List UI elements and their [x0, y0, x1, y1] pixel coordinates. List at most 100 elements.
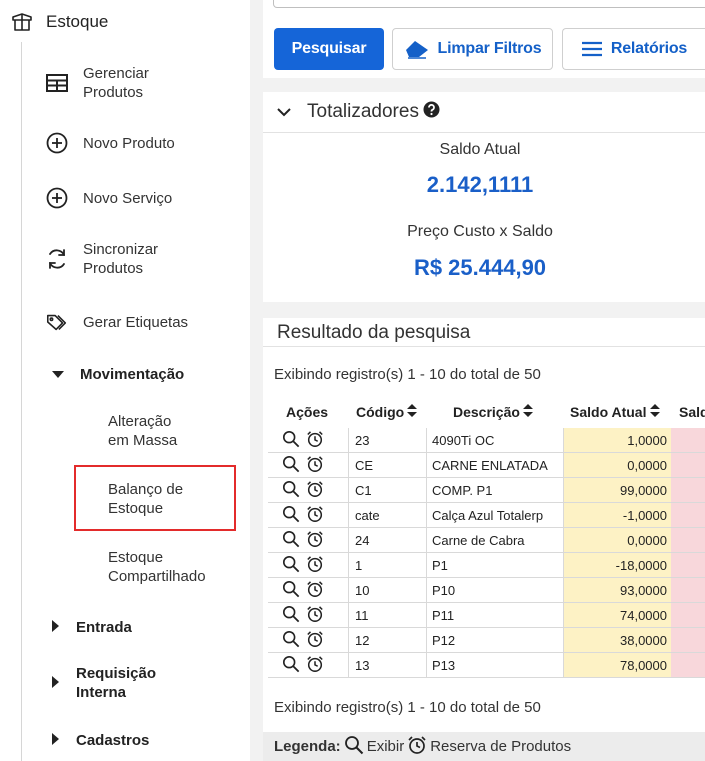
- sidebar-module-label: Estoque: [46, 12, 109, 31]
- reserve-alarm-clock-icon[interactable]: [306, 630, 324, 651]
- cell-saldo-atual: 78,0000: [563, 653, 671, 678]
- reserve-alarm-clock-icon[interactable]: [306, 580, 324, 601]
- view-magnifier-icon[interactable]: [282, 505, 300, 526]
- search-button[interactable]: Pesquisar: [274, 28, 384, 70]
- row-actions: [268, 428, 348, 453]
- reserve-alarm-clock-icon[interactable]: [306, 505, 324, 526]
- cell-codigo: 13: [348, 653, 426, 678]
- cell-next-column: [671, 578, 705, 603]
- cell-codigo: 10: [348, 578, 426, 603]
- reserve-alarm-clock-icon[interactable]: [306, 555, 324, 576]
- help-icon[interactable]: [423, 101, 440, 123]
- table-row: cate Calça Azul Totalerp -1,0000: [263, 503, 705, 528]
- sidebar-subitem-estoque-compartilhado[interactable]: Estoque Compartilhado: [108, 548, 206, 586]
- cell-descricao: CARNE ENLATADA: [426, 453, 563, 478]
- view-magnifier-icon[interactable]: [282, 455, 300, 476]
- sync-icon: [45, 247, 69, 271]
- row-actions: [268, 628, 348, 653]
- row-actions: [268, 503, 348, 528]
- column-header-descricao[interactable]: Descrição: [453, 404, 533, 420]
- sidebar-group-requisicao-interna[interactable]: Requisição Interna: [52, 664, 156, 702]
- view-magnifier-icon[interactable]: [282, 655, 300, 676]
- clear-filters-label: Limpar Filtros: [437, 40, 542, 57]
- row-actions: [268, 478, 348, 503]
- cell-next-column: [671, 653, 705, 678]
- legend-label: Legenda:: [274, 738, 341, 755]
- sort-icon: [407, 404, 418, 420]
- table-row: 10 P10 93,0000: [263, 578, 705, 603]
- cell-next-column: [671, 603, 705, 628]
- sidebar-tree-line: [21, 42, 22, 761]
- cell-saldo-atual: 0,0000: [563, 528, 671, 553]
- cell-next-column: [671, 478, 705, 503]
- caret-down-icon: [52, 366, 64, 383]
- results-title: Resultado da pesquisa: [277, 322, 471, 343]
- saldo-atual-label: Saldo Atual: [439, 141, 521, 158]
- column-header-label: Código: [356, 404, 405, 420]
- table-row: 24 Carne de Cabra 0,0000: [263, 528, 705, 553]
- view-magnifier-icon[interactable]: [282, 430, 300, 451]
- sidebar-item-label: Sincronizar Produtos: [83, 241, 159, 277]
- filter-input[interactable]: [273, 0, 705, 8]
- sidebar-group-entrada[interactable]: Entrada: [52, 618, 132, 637]
- reserve-alarm-clock-icon[interactable]: [306, 605, 324, 626]
- row-actions: [268, 653, 348, 678]
- table-row: 12 P12 38,0000: [263, 628, 705, 653]
- view-magnifier-icon[interactable]: [282, 580, 300, 601]
- table-row: 11 P11 74,0000: [263, 603, 705, 628]
- cell-saldo-atual: -1,0000: [563, 503, 671, 528]
- view-magnifier-icon[interactable]: [282, 605, 300, 626]
- reports-button[interactable]: Relatórios: [562, 28, 705, 70]
- cell-codigo: 24: [348, 528, 426, 553]
- sidebar-item-gerar-etiquetas[interactable]: Gerar Etiquetas: [45, 310, 188, 334]
- eraser-icon: [404, 39, 430, 59]
- cell-codigo: 12: [348, 628, 426, 653]
- sidebar-group-cadastros[interactable]: Cadastros: [52, 731, 149, 750]
- table-row: CE CARNE ENLATADA 0,0000: [263, 453, 705, 478]
- sidebar-item-novo-servico[interactable]: Novo Serviço: [45, 186, 172, 210]
- cell-codigo: 1: [348, 553, 426, 578]
- sidebar: Estoque Gerenciar Produtos Novo Produto …: [0, 0, 250, 761]
- cell-next-column: [671, 503, 705, 528]
- sidebar-group-movimentacao[interactable]: Movimentação: [52, 365, 184, 384]
- row-actions: [268, 553, 348, 578]
- reserve-alarm-clock-icon[interactable]: [306, 530, 324, 551]
- sidebar-group-label: Requisição Interna: [76, 665, 157, 701]
- legend-reserve-label: Reserva de Produtos: [430, 738, 572, 755]
- cell-next-column: [671, 428, 705, 453]
- reserve-alarm-clock-icon[interactable]: [306, 430, 324, 451]
- custo-saldo-value: R$ 25.444,90: [413, 255, 547, 280]
- sidebar-item-gerenciar-produtos[interactable]: Gerenciar Produtos: [45, 64, 149, 102]
- view-magnifier-icon[interactable]: [282, 530, 300, 551]
- cell-saldo-atual: 38,0000: [563, 628, 671, 653]
- reserve-alarm-clock-icon[interactable]: [306, 455, 324, 476]
- sidebar-item-label: Gerenciar Produtos: [83, 65, 149, 101]
- sidebar-item-novo-produto[interactable]: Novo Produto: [45, 131, 175, 155]
- results-info-bottom: Exibindo registro(s) 1 - 10 do total de …: [274, 699, 541, 716]
- sidebar-item-label: Novo Serviço: [83, 189, 173, 207]
- product-list-icon: [45, 71, 69, 95]
- totals-header[interactable]: Totalizadores: [263, 92, 705, 133]
- reserve-alarm-clock-icon[interactable]: [306, 655, 324, 676]
- view-magnifier-icon[interactable]: [282, 630, 300, 651]
- legend-view: Exibir: [344, 735, 404, 759]
- cell-descricao: P12: [426, 628, 563, 653]
- cell-descricao: P1: [426, 553, 563, 578]
- reserve-alarm-clock-icon[interactable]: [306, 480, 324, 501]
- view-magnifier-icon[interactable]: [282, 480, 300, 501]
- main-content: Pesquisar Limpar Filtros Relatórios Tota…: [263, 0, 705, 761]
- view-magnifier-icon[interactable]: [282, 555, 300, 576]
- sidebar-item-sincronizar-produtos[interactable]: Sincronizar Produtos: [45, 240, 158, 278]
- cell-next-column: [671, 628, 705, 653]
- reports-label: Relatórios: [610, 40, 688, 57]
- cell-saldo-atual: 99,0000: [563, 478, 671, 503]
- cell-codigo: 11: [348, 603, 426, 628]
- caret-right-icon: [52, 619, 60, 636]
- clear-filters-button[interactable]: Limpar Filtros: [392, 28, 553, 70]
- column-header-saldo-atual[interactable]: Saldo Atual: [570, 404, 660, 420]
- sidebar-group-label: Cadastros: [76, 732, 150, 749]
- caret-right-icon: [52, 732, 60, 749]
- sidebar-subitem-alteracao-em-massa[interactable]: Alteração em Massa: [108, 412, 177, 450]
- column-header-codigo[interactable]: Código: [356, 404, 418, 420]
- sidebar-module-estoque[interactable]: Estoque: [10, 10, 108, 34]
